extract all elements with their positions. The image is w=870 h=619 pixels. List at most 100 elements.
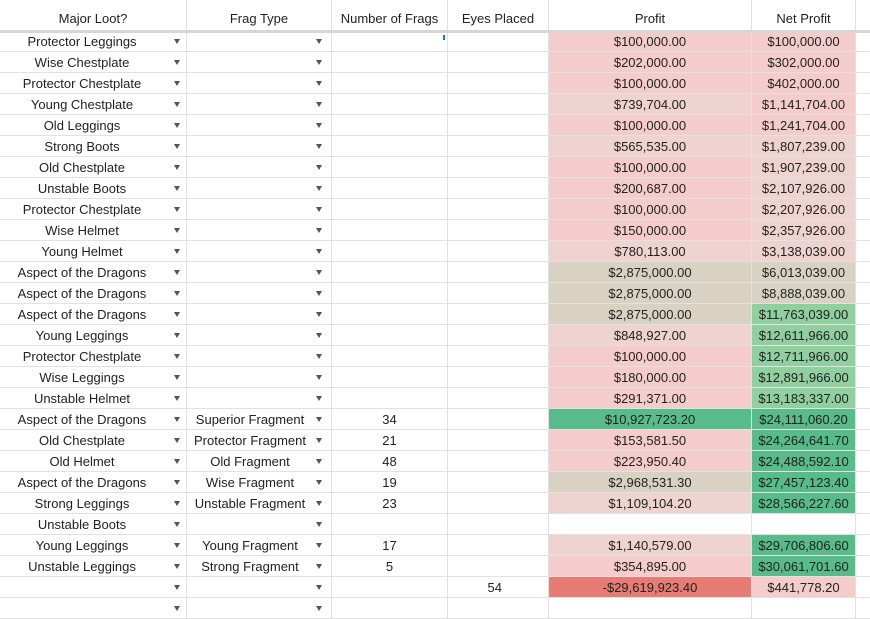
extra-cell[interactable] xyxy=(856,178,870,198)
frag-type-cell[interactable] xyxy=(187,241,332,261)
major-loot-cell[interactable]: Unstable Boots xyxy=(0,178,187,198)
major-loot-cell[interactable]: Old Chestplate xyxy=(0,157,187,177)
dropdown-arrow-icon[interactable] xyxy=(316,459,322,464)
dropdown-arrow-icon[interactable] xyxy=(174,102,180,107)
dropdown-arrow-icon[interactable] xyxy=(174,144,180,149)
col-header-net-profit[interactable]: Net Profit xyxy=(752,0,856,30)
extra-cell[interactable] xyxy=(856,52,870,72)
dropdown-arrow-icon[interactable] xyxy=(174,459,180,464)
major-loot-cell[interactable]: Aspect of the Dragons xyxy=(0,304,187,324)
dropdown-arrow-icon[interactable] xyxy=(316,186,322,191)
net-profit-cell[interactable]: $8,888,039.00 xyxy=(752,283,856,303)
profit-cell[interactable]: $202,000.00 xyxy=(549,52,752,72)
dropdown-arrow-icon[interactable] xyxy=(316,249,322,254)
frag-type-cell[interactable] xyxy=(187,346,332,366)
net-profit-cell[interactable]: $12,891,966.00 xyxy=(752,367,856,387)
eyes-placed-cell[interactable] xyxy=(448,409,549,429)
dropdown-arrow-icon[interactable] xyxy=(174,207,180,212)
frag-type-cell[interactable] xyxy=(187,157,332,177)
dropdown-arrow-icon[interactable] xyxy=(316,165,322,170)
col-header-extra[interactable] xyxy=(856,0,870,30)
num-frags-cell[interactable] xyxy=(332,283,448,303)
profit-cell[interactable]: $223,950.40 xyxy=(549,451,752,471)
net-profit-cell[interactable]: $2,207,926.00 xyxy=(752,199,856,219)
extra-cell[interactable] xyxy=(856,157,870,177)
extra-cell[interactable] xyxy=(856,535,870,555)
dropdown-arrow-icon[interactable] xyxy=(316,375,322,380)
net-profit-cell[interactable]: $6,013,039.00 xyxy=(752,262,856,282)
dropdown-arrow-icon[interactable] xyxy=(316,291,322,296)
extra-cell[interactable] xyxy=(856,31,870,51)
net-profit-cell[interactable]: $29,706,806.60 xyxy=(752,535,856,555)
num-frags-cell[interactable]: 23 xyxy=(332,493,448,513)
frag-type-cell[interactable]: Unstable Fragment xyxy=(187,493,332,513)
net-profit-cell[interactable]: $13,183,337.00 xyxy=(752,388,856,408)
num-frags-cell[interactable] xyxy=(332,325,448,345)
num-frags-cell[interactable] xyxy=(332,598,448,618)
major-loot-cell[interactable]: Strong Boots xyxy=(0,136,187,156)
profit-cell[interactable]: $2,875,000.00 xyxy=(549,283,752,303)
eyes-placed-cell[interactable] xyxy=(448,220,549,240)
extra-cell[interactable] xyxy=(856,451,870,471)
dropdown-arrow-icon[interactable] xyxy=(174,81,180,86)
major-loot-cell[interactable]: Aspect of the Dragons xyxy=(0,262,187,282)
num-frags-cell[interactable]: 5 xyxy=(332,556,448,576)
dropdown-arrow-icon[interactable] xyxy=(316,60,322,65)
dropdown-arrow-icon[interactable] xyxy=(316,438,322,443)
dropdown-arrow-icon[interactable] xyxy=(174,39,180,44)
dropdown-arrow-icon[interactable] xyxy=(316,81,322,86)
dropdown-arrow-icon[interactable] xyxy=(174,501,180,506)
major-loot-cell[interactable]: Unstable Leggings xyxy=(0,556,187,576)
dropdown-arrow-icon[interactable] xyxy=(316,270,322,275)
net-profit-cell[interactable]: $100,000.00 xyxy=(752,31,856,51)
net-profit-cell[interactable]: $1,907,239.00 xyxy=(752,157,856,177)
profit-cell[interactable]: $2,875,000.00 xyxy=(549,262,752,282)
dropdown-arrow-icon[interactable] xyxy=(174,480,180,485)
dropdown-arrow-icon[interactable] xyxy=(174,417,180,422)
extra-cell[interactable] xyxy=(856,556,870,576)
extra-cell[interactable] xyxy=(856,220,870,240)
profit-cell[interactable] xyxy=(549,514,752,534)
extra-cell[interactable] xyxy=(856,493,870,513)
frag-type-cell[interactable] xyxy=(187,598,332,618)
frag-type-cell[interactable] xyxy=(187,73,332,93)
num-frags-cell[interactable] xyxy=(332,241,448,261)
num-frags-cell[interactable] xyxy=(332,514,448,534)
dropdown-arrow-icon[interactable] xyxy=(316,207,322,212)
extra-cell[interactable] xyxy=(856,577,870,597)
major-loot-cell[interactable]: Young Leggings xyxy=(0,535,187,555)
num-frags-cell[interactable] xyxy=(332,577,448,597)
dropdown-arrow-icon[interactable] xyxy=(316,123,322,128)
eyes-placed-cell[interactable] xyxy=(448,73,549,93)
num-frags-cell[interactable]: 19 xyxy=(332,472,448,492)
extra-cell[interactable] xyxy=(856,304,870,324)
profit-cell[interactable]: -$29,619,923.40 xyxy=(549,577,752,597)
net-profit-cell[interactable]: $30,061,701.60 xyxy=(752,556,856,576)
num-frags-cell[interactable] xyxy=(332,52,448,72)
profit-cell[interactable]: $100,000.00 xyxy=(549,157,752,177)
dropdown-arrow-icon[interactable] xyxy=(316,354,322,359)
dropdown-arrow-icon[interactable] xyxy=(174,60,180,65)
profit-cell[interactable]: $180,000.00 xyxy=(549,367,752,387)
eyes-placed-cell[interactable] xyxy=(448,367,549,387)
net-profit-cell[interactable]: $11,763,039.00 xyxy=(752,304,856,324)
dropdown-arrow-icon[interactable] xyxy=(316,39,322,44)
profit-cell[interactable]: $739,704.00 xyxy=(549,94,752,114)
dropdown-arrow-icon[interactable] xyxy=(316,480,322,485)
major-loot-cell[interactable]: Wise Leggings xyxy=(0,367,187,387)
profit-cell[interactable]: $291,371.00 xyxy=(549,388,752,408)
num-frags-cell[interactable] xyxy=(332,31,448,51)
dropdown-arrow-icon[interactable] xyxy=(316,543,322,548)
frag-type-cell[interactable]: Strong Fragment xyxy=(187,556,332,576)
dropdown-arrow-icon[interactable] xyxy=(174,543,180,548)
dropdown-arrow-icon[interactable] xyxy=(174,123,180,128)
eyes-placed-cell[interactable] xyxy=(448,241,549,261)
dropdown-arrow-icon[interactable] xyxy=(174,522,180,527)
net-profit-cell[interactable] xyxy=(752,598,856,618)
num-frags-cell[interactable] xyxy=(332,136,448,156)
net-profit-cell[interactable] xyxy=(752,514,856,534)
extra-cell[interactable] xyxy=(856,388,870,408)
dropdown-arrow-icon[interactable] xyxy=(316,606,322,611)
profit-cell[interactable]: $2,875,000.00 xyxy=(549,304,752,324)
net-profit-cell[interactable]: $24,488,592.10 xyxy=(752,451,856,471)
